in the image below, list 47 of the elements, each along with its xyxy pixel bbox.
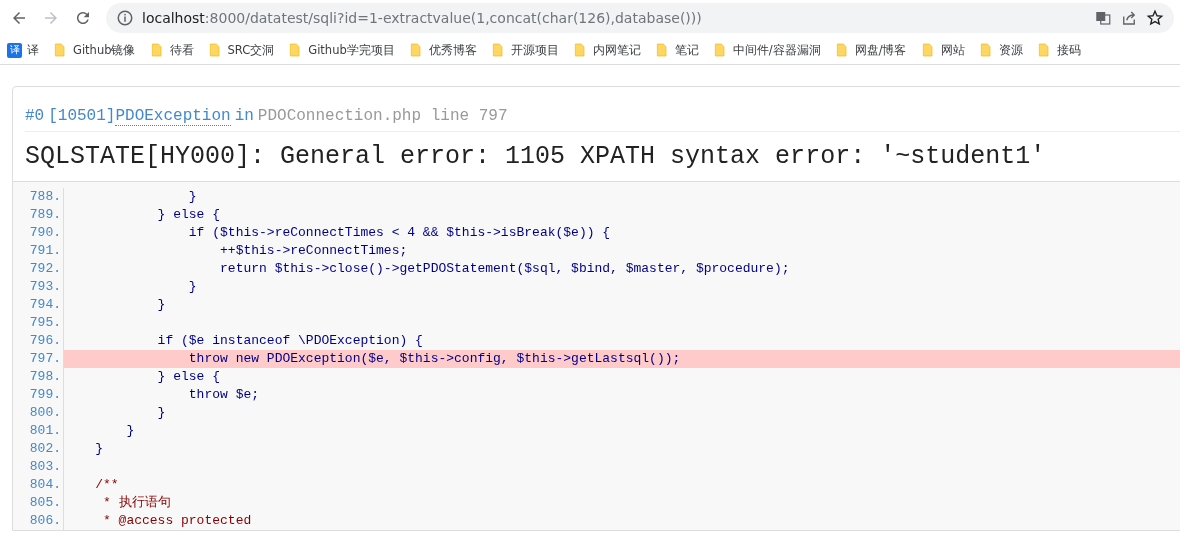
error-message: SQLSTATE[HY000]: General error: 1105 XPATH syntax error: '~student1' — [25, 141, 1047, 173]
trace-index: #0 — [25, 107, 45, 125]
in-label: in — [234, 107, 254, 125]
bookmark[interactable]: Github镜像 — [49, 40, 139, 60]
bookmark[interactable]: 开源项目 — [486, 40, 562, 60]
code-line: return $this->close()->getPDOStatement($sql, $bind, $master, $procedure); — [219, 260, 791, 278]
highlighted-code-line: throw new PDOException($e, $this->config, $this->getLastsql()); — [187, 350, 682, 368]
line-number: 797. — [13, 350, 64, 368]
code-line: } — [94, 440, 104, 458]
code-line: * 执行语句 — [102, 494, 172, 512]
code-line: if ($this->reConnectTimes < 4 && $this->isBreak($e)) { — [187, 224, 612, 242]
code-line: if ($e instanceof \PDOException) { — [156, 332, 424, 350]
code-line: /** — [94, 476, 120, 494]
bookmark[interactable]: 中间件/容器漏洞 — [708, 40, 824, 60]
code-line: } — [187, 278, 198, 296]
code-line: throw $e; — [187, 386, 261, 404]
bookmark[interactable]: 笔记 — [650, 40, 702, 60]
bookmark[interactable]: 网盘/博客 — [830, 40, 910, 60]
bookmark[interactable]: 待看 — [145, 40, 197, 60]
bookmark[interactable]: 网站 — [916, 40, 968, 60]
share-icon — [1120, 9, 1138, 27]
exception-link[interactable]: PDOException — [115, 107, 231, 126]
reload-icon — [74, 9, 92, 27]
code-line: * @access protected — [102, 512, 253, 530]
info-icon — [116, 9, 134, 27]
bookmark[interactable]: Github学完项目 — [284, 40, 398, 60]
file-location: PDOConnection.php line 797 — [257, 107, 508, 125]
bookmark[interactable]: SRC交洞 — [203, 40, 278, 60]
code-line: ++$this->reConnectTimes; — [219, 242, 409, 260]
error-code: [10501] — [48, 107, 116, 125]
bookmark[interactable]: 内网笔记 — [568, 40, 644, 60]
code-line: } else { — [156, 368, 222, 386]
bookmark[interactable]: 资源 — [974, 40, 1026, 60]
code-line: } else { — [156, 206, 222, 224]
bookmark[interactable]: 优秀博客 — [404, 40, 480, 60]
code-line: } — [125, 422, 136, 440]
code-line: } — [187, 188, 198, 206]
url-field[interactable]: localhost:8000/datatest/sqli?id=1-extractvalue(1,concat(char(126),database())) — [142, 10, 1086, 26]
code-line: } — [156, 404, 167, 422]
star-icon — [1146, 9, 1164, 27]
translate-icon — [1094, 9, 1112, 27]
folder-icon — [52, 42, 68, 58]
bookmark[interactable]: 接码 — [1032, 40, 1084, 60]
forward-arrow-icon — [42, 9, 60, 27]
bookmark[interactable]: 译 译 — [4, 40, 42, 60]
code-line: } — [156, 296, 167, 314]
translate-badge: 译 — [7, 42, 22, 58]
